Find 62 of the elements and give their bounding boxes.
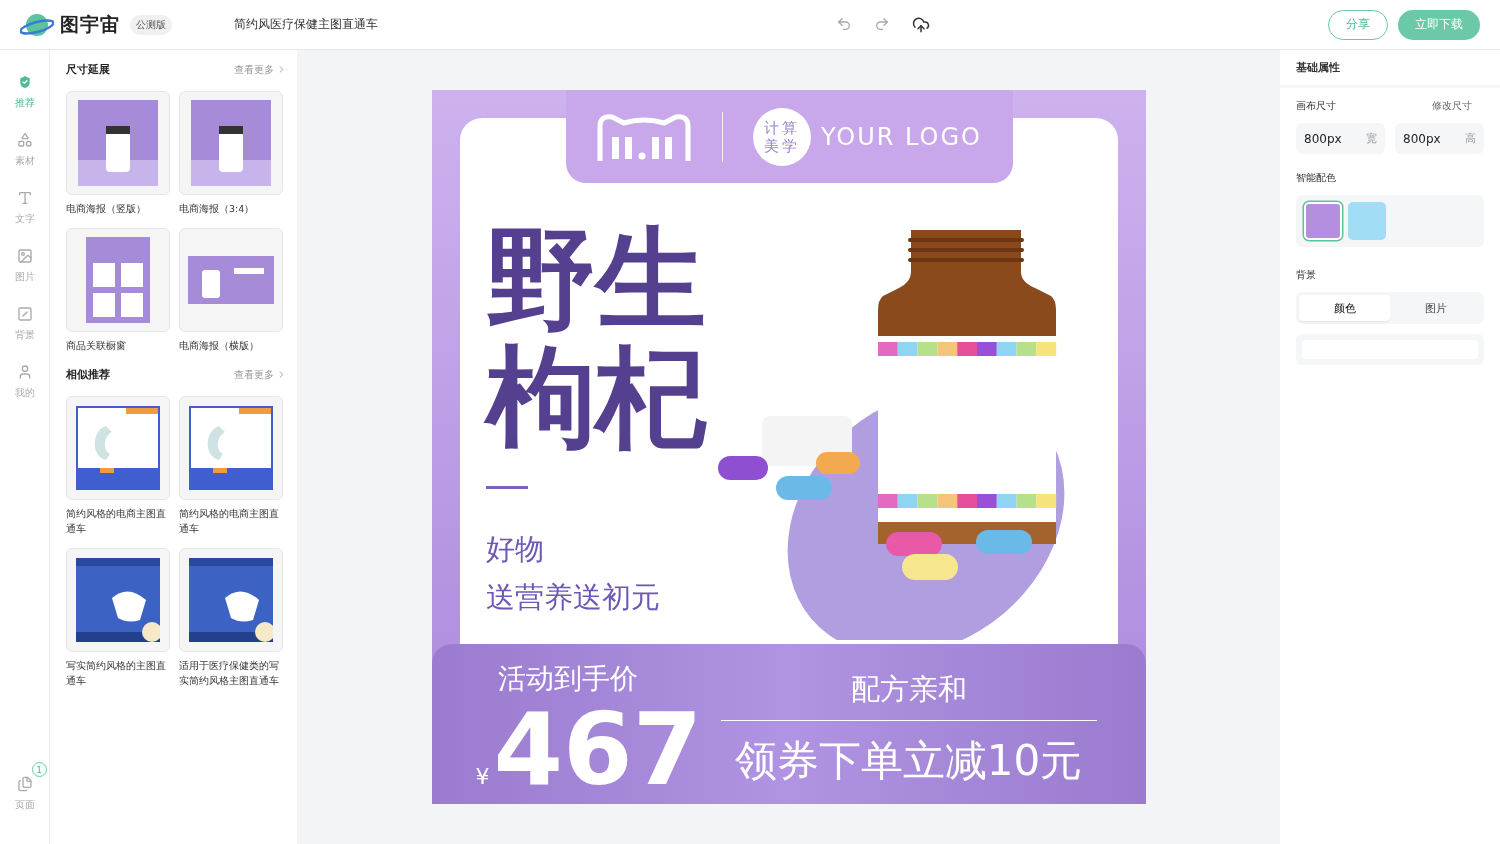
planet-logo-icon <box>20 11 54 38</box>
resize-link[interactable]: 修改尺寸 <box>1432 100 1472 113</box>
template-title: 简约风格的电商主图直通车 <box>66 507 167 536</box>
text-icon <box>16 190 33 206</box>
template-title: 写实简约风格的主图直通车 <box>66 659 167 688</box>
see-more-link[interactable]: 查看更多 <box>234 367 287 382</box>
template-thumbnail[interactable] <box>66 396 170 500</box>
template-title: 电商海报（3:4） <box>179 202 256 216</box>
template-title: 简约风格的电商主图直通车 <box>179 507 280 536</box>
size-input-field[interactable]: 800px 高 <box>1395 123 1484 154</box>
sidebar-tab[interactable]: 文字 <box>14 190 35 226</box>
shapes-icon <box>16 132 33 148</box>
panel-title: 基础属性 <box>1296 60 1340 75</box>
sidebar-tab[interactable]: 我的 <box>14 364 35 400</box>
pages-icon <box>16 776 33 792</box>
logo-text: YOUR LOGO <box>821 122 982 151</box>
cloud-upload-icon[interactable] <box>912 15 930 34</box>
poster-headline: 野生 <box>485 220 706 338</box>
price-label: 活动到手价 <box>496 661 639 697</box>
color-swatch[interactable] <box>1348 202 1386 240</box>
sidebar-tab[interactable]: 素材 <box>14 132 35 168</box>
app-name: 图宇宙 <box>60 11 120 37</box>
poster-subtitle: 好物 <box>485 531 545 568</box>
template-thumbnail[interactable] <box>179 396 283 500</box>
shield-icon <box>16 74 33 90</box>
size-input-field[interactable]: 800px 宽 <box>1296 123 1385 154</box>
template-title: 适用于医疗保健类的写实简约风格主图直通车 <box>179 659 280 688</box>
poster-subtitle: 送营养送初元 <box>485 579 661 616</box>
background-tab[interactable]: 颜色 <box>1299 295 1390 321</box>
field-label: 画布尺寸 <box>1296 100 1336 113</box>
section-title: 尺寸延展 <box>66 62 110 77</box>
undo-icon[interactable] <box>836 15 852 32</box>
template-title: 电商海报（横版） <box>179 339 260 353</box>
sidebar-tab[interactable]: 推荐 <box>14 74 35 110</box>
share-button[interactable]: 分享 <box>1328 9 1388 40</box>
template-thumbnail[interactable] <box>66 91 170 195</box>
template-thumbnail[interactable] <box>179 91 283 195</box>
template-title: 电商海报（竖版） <box>66 202 147 216</box>
redo-icon[interactable] <box>874 15 890 32</box>
feature-text: 配方亲和 <box>850 671 967 708</box>
coupon-text: 领券下单立减10元 <box>734 735 1083 787</box>
sidebar-tab[interactable]: 背景 <box>14 306 35 342</box>
image-icon <box>16 248 33 264</box>
template-thumbnail[interactable] <box>66 228 170 332</box>
price-value: 467 <box>493 698 703 802</box>
template-thumbnail[interactable] <box>179 228 283 332</box>
template-title: 商品关联橱窗 <box>66 339 127 353</box>
see-more-link[interactable]: 查看更多 <box>234 62 287 77</box>
poster-headline: 枸杞 <box>485 338 706 456</box>
beta-badge: 公测版 <box>130 14 172 35</box>
sidebar-tab[interactable]: 图片 <box>14 248 35 284</box>
page-count-badge: 1 <box>31 762 47 777</box>
pages-tab[interactable]: 页面 <box>14 776 35 812</box>
field-label: 背景 <box>1296 269 1317 282</box>
logo-badge: 计算 美学 <box>753 107 811 166</box>
template-thumbnail[interactable] <box>66 548 170 652</box>
section-title: 相似推荐 <box>66 367 110 382</box>
download-button[interactable]: 立即下载 <box>1398 9 1480 40</box>
field-label: 智能配色 <box>1296 172 1337 185</box>
document-title: 简约风医疗保健主图直通车 <box>234 16 378 33</box>
currency-symbol: ¥ <box>475 764 490 789</box>
template-thumbnail[interactable] <box>179 548 283 652</box>
